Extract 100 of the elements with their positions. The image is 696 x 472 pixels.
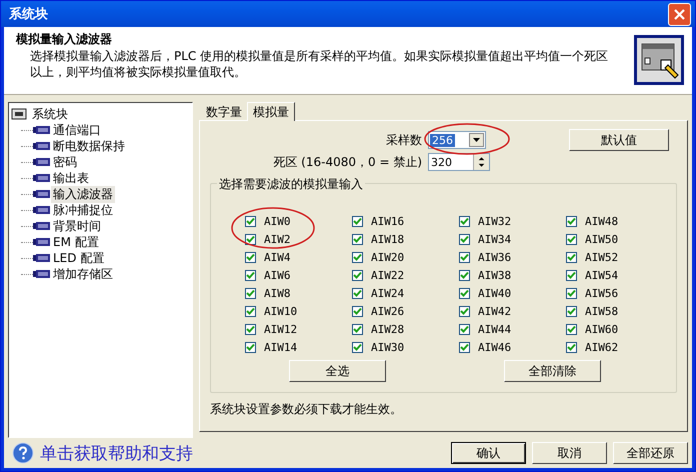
- group-button[interactable]: 全选: [289, 360, 386, 382]
- tree-item[interactable]: 增加存储区: [51, 266, 115, 282]
- module-icon: [33, 189, 51, 199]
- dead-zone-input[interactable]: 320: [429, 154, 473, 170]
- checkbox[interactable]: [352, 216, 363, 226]
- tree-item[interactable]: 通信端口: [51, 122, 103, 138]
- checkbox-label: AIW2: [264, 232, 290, 246]
- checkbox-label: AIW58: [585, 304, 618, 318]
- checkbox[interactable]: [352, 342, 363, 352]
- checkbox[interactable]: [459, 234, 470, 244]
- module-icon: [33, 269, 51, 279]
- checkbox-label: AIW12: [264, 322, 298, 336]
- checkbox[interactable]: [245, 270, 256, 280]
- checkbox[interactable]: [566, 270, 577, 280]
- section-title: 模拟量输入滤波器: [16, 31, 113, 48]
- module-edit-icon: [634, 35, 684, 85]
- caret-icon: [473, 138, 480, 142]
- dialog-button[interactable]: 全部还原: [613, 442, 688, 464]
- help-icon: [12, 442, 34, 464]
- checkbox[interactable]: [352, 270, 363, 280]
- checkbox-label: AIW14: [264, 340, 298, 354]
- group-title: 选择需要滤波的模拟量输入: [217, 176, 365, 193]
- checkbox[interactable]: [459, 252, 470, 262]
- checkbox[interactable]: [352, 288, 363, 298]
- checkbox[interactable]: [459, 306, 470, 316]
- checkbox-label: AIW4: [264, 250, 290, 264]
- checkbox-label: AIW60: [585, 322, 618, 336]
- tree-item[interactable]: EM 配置: [51, 234, 101, 250]
- tree-item[interactable]: 背景时间: [51, 218, 103, 234]
- checkbox[interactable]: [566, 342, 577, 352]
- module-icon: [33, 237, 51, 247]
- checkbox-label: AIW54: [585, 268, 618, 282]
- checkbox[interactable]: [245, 234, 256, 244]
- tree-item[interactable]: 系统块: [30, 106, 70, 122]
- group-button[interactable]: 全部清除: [504, 360, 601, 382]
- checkbox[interactable]: [245, 306, 256, 316]
- dialog-button[interactable]: 取消: [532, 442, 607, 464]
- note-text: 系统块设置参数必须下载才能生效。: [210, 401, 403, 418]
- checkbox-label: AIW16: [371, 214, 404, 228]
- field-label: 死区 (16-4080，0 = 禁止): [272, 154, 423, 170]
- checkbox[interactable]: [245, 216, 256, 226]
- checkbox[interactable]: [352, 306, 363, 316]
- checkbox-label: AIW50: [585, 232, 618, 246]
- checkbox-label: AIW52: [585, 250, 618, 264]
- checkbox-label: AIW40: [478, 286, 512, 300]
- sample-count-dropdown[interactable]: 256: [428, 131, 486, 149]
- tree-item[interactable]: LED 配置: [51, 250, 106, 266]
- section-description: 选择模拟量输入滤波器后，PLC 使用的模拟量值是所有采样的平均值。如果实际模拟量值超出平均值一个死区以上，则平均值将被实际模拟量值取代。: [30, 48, 610, 80]
- checkbox[interactable]: [566, 234, 577, 244]
- module-icon: [33, 173, 51, 183]
- module-icon: [33, 125, 51, 135]
- tree-item[interactable]: 断电数据保持: [51, 138, 127, 154]
- checkbox[interactable]: [459, 216, 470, 226]
- checkbox[interactable]: [352, 252, 363, 262]
- close-icon[interactable]: [668, 2, 691, 26]
- checkbox-label: AIW46: [478, 340, 512, 354]
- checkbox-label: AIW34: [478, 232, 512, 246]
- checkbox-label: AIW10: [264, 304, 298, 318]
- window-title: 系统块: [9, 6, 48, 23]
- checkbox[interactable]: [459, 342, 470, 352]
- checkbox-label: AIW32: [478, 214, 512, 228]
- checkbox-label: AIW38: [478, 268, 512, 282]
- checkbox[interactable]: [459, 324, 470, 334]
- module-icon: [33, 141, 51, 151]
- checkbox[interactable]: [566, 324, 577, 334]
- tab[interactable]: 模拟量: [247, 102, 295, 121]
- dialog-button[interactable]: 确认: [451, 442, 526, 464]
- checkbox[interactable]: [245, 342, 256, 352]
- checkbox-label: AIW26: [371, 304, 404, 318]
- module-icon: [33, 253, 51, 263]
- checkbox[interactable]: [566, 288, 577, 298]
- checkbox[interactable]: [566, 306, 577, 316]
- checkbox[interactable]: [352, 324, 363, 334]
- checkbox[interactable]: [459, 288, 470, 298]
- checkbox-label: AIW28: [371, 322, 404, 336]
- help-link[interactable]: 单击获取帮助和支持: [40, 442, 193, 464]
- checkbox[interactable]: [245, 252, 256, 262]
- tree-item[interactable]: 输入滤波器: [51, 186, 115, 202]
- default-button[interactable]: 默认值: [569, 129, 669, 151]
- checkbox-label: AIW18: [371, 232, 404, 246]
- checkbox[interactable]: [245, 288, 256, 298]
- checkbox-label: AIW22: [371, 268, 404, 282]
- checkbox-label: AIW62: [585, 340, 618, 354]
- tree-item[interactable]: 输出表: [51, 170, 91, 186]
- checkbox-label: AIW6: [264, 268, 290, 282]
- checkbox-label: AIW0: [264, 214, 290, 228]
- module-icon: [33, 157, 51, 167]
- dead-zone-spinbox[interactable]: 320: [428, 153, 490, 171]
- checkbox[interactable]: [566, 216, 577, 226]
- checkbox[interactable]: [352, 234, 363, 244]
- checkbox[interactable]: [459, 270, 470, 280]
- checkbox[interactable]: [566, 252, 577, 262]
- checkbox-label: AIW20: [371, 250, 404, 264]
- tab[interactable]: 数字量: [201, 104, 247, 120]
- checkbox[interactable]: [245, 324, 256, 334]
- spin-arrows-icon[interactable]: [473, 154, 489, 170]
- checkbox-label: AIW48: [585, 214, 618, 228]
- tree-item[interactable]: 脉冲捕捉位: [51, 202, 115, 218]
- tree-item[interactable]: 密码: [51, 154, 79, 170]
- checkbox-label: AIW42: [478, 304, 512, 318]
